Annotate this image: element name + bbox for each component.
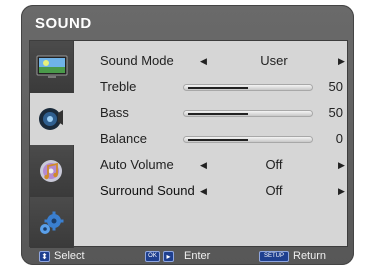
menu-panel: Sound Mode ◀ User ▶ Treble 50 Bass 50 Ba… bbox=[29, 40, 348, 248]
tab-setup[interactable] bbox=[30, 197, 74, 248]
settings-list: Sound Mode ◀ User ▶ Treble 50 Bass 50 Ba… bbox=[74, 41, 347, 246]
auto-volume-label: Auto Volume bbox=[100, 157, 174, 172]
sound-menu-window: SOUND Sound Mode ◀ User ▶ Treble 50 Bass… bbox=[21, 5, 354, 265]
bass-label: Bass bbox=[100, 105, 129, 120]
tab-sound[interactable] bbox=[30, 93, 74, 145]
arrow-right-icon[interactable]: ▶ bbox=[338, 186, 345, 197]
tab-picture[interactable] bbox=[30, 41, 74, 93]
bass-row[interactable]: Bass 50 bbox=[74, 103, 347, 123]
category-tabs bbox=[30, 41, 74, 248]
auto-volume-row[interactable]: Auto Volume ◀ Off ▶ bbox=[74, 155, 347, 175]
hint-bar: ⬍ Select OK ▸ Enter SETUP Return bbox=[21, 248, 354, 265]
balance-label: Balance bbox=[100, 131, 147, 146]
arrow-left-icon[interactable]: ◀ bbox=[200, 56, 207, 67]
setup-key-icon: SETUP bbox=[259, 250, 289, 262]
treble-row[interactable]: Treble 50 bbox=[74, 77, 347, 97]
sound-mode-value: User bbox=[260, 53, 288, 68]
hint-return: SETUP Return bbox=[259, 250, 326, 262]
balance-slider[interactable] bbox=[183, 136, 313, 143]
hint-enter-label: Enter bbox=[184, 250, 211, 262]
music-disc-icon bbox=[36, 157, 68, 185]
sound-mode-row[interactable]: Sound Mode ◀ User ▶ bbox=[74, 51, 347, 71]
surround-sound-value: Off bbox=[265, 183, 283, 198]
up-down-key-icon: ⬍ bbox=[39, 250, 50, 262]
right-key-icon: ▸ bbox=[163, 250, 174, 262]
bass-slider[interactable] bbox=[183, 110, 313, 117]
balance-slider-fill bbox=[188, 139, 248, 141]
picture-icon bbox=[36, 54, 68, 80]
hint-select-label: Select bbox=[54, 250, 85, 262]
balance-row[interactable]: Balance 0 bbox=[74, 129, 347, 149]
hint-return-label: Return bbox=[293, 250, 327, 262]
sound-mode-label: Sound Mode bbox=[100, 53, 174, 68]
menu-title: SOUND bbox=[35, 15, 92, 32]
surround-sound-label: Surround Sound bbox=[100, 183, 195, 198]
bass-value: 50 bbox=[328, 105, 343, 120]
sound-icon bbox=[36, 105, 68, 133]
tab-music[interactable] bbox=[30, 145, 74, 197]
auto-volume-value: Off bbox=[265, 157, 283, 172]
treble-label: Treble bbox=[100, 79, 137, 94]
balance-value: 0 bbox=[335, 131, 343, 146]
hint-enter: OK ▸ Enter bbox=[145, 250, 210, 262]
surround-sound-row[interactable]: Surround Sound ◀ Off ▶ bbox=[74, 181, 347, 201]
arrow-right-icon[interactable]: ▶ bbox=[338, 56, 345, 67]
arrow-left-icon[interactable]: ◀ bbox=[200, 160, 207, 171]
settings-gears-icon bbox=[36, 209, 68, 237]
bass-slider-fill bbox=[188, 113, 248, 115]
arrow-left-icon[interactable]: ◀ bbox=[200, 186, 207, 197]
treble-value: 50 bbox=[328, 79, 343, 94]
ok-key-icon: OK bbox=[145, 250, 160, 262]
hint-select: ⬍ Select bbox=[39, 250, 85, 262]
treble-slider[interactable] bbox=[183, 84, 313, 91]
treble-slider-fill bbox=[188, 87, 248, 89]
arrow-right-icon[interactable]: ▶ bbox=[338, 160, 345, 171]
